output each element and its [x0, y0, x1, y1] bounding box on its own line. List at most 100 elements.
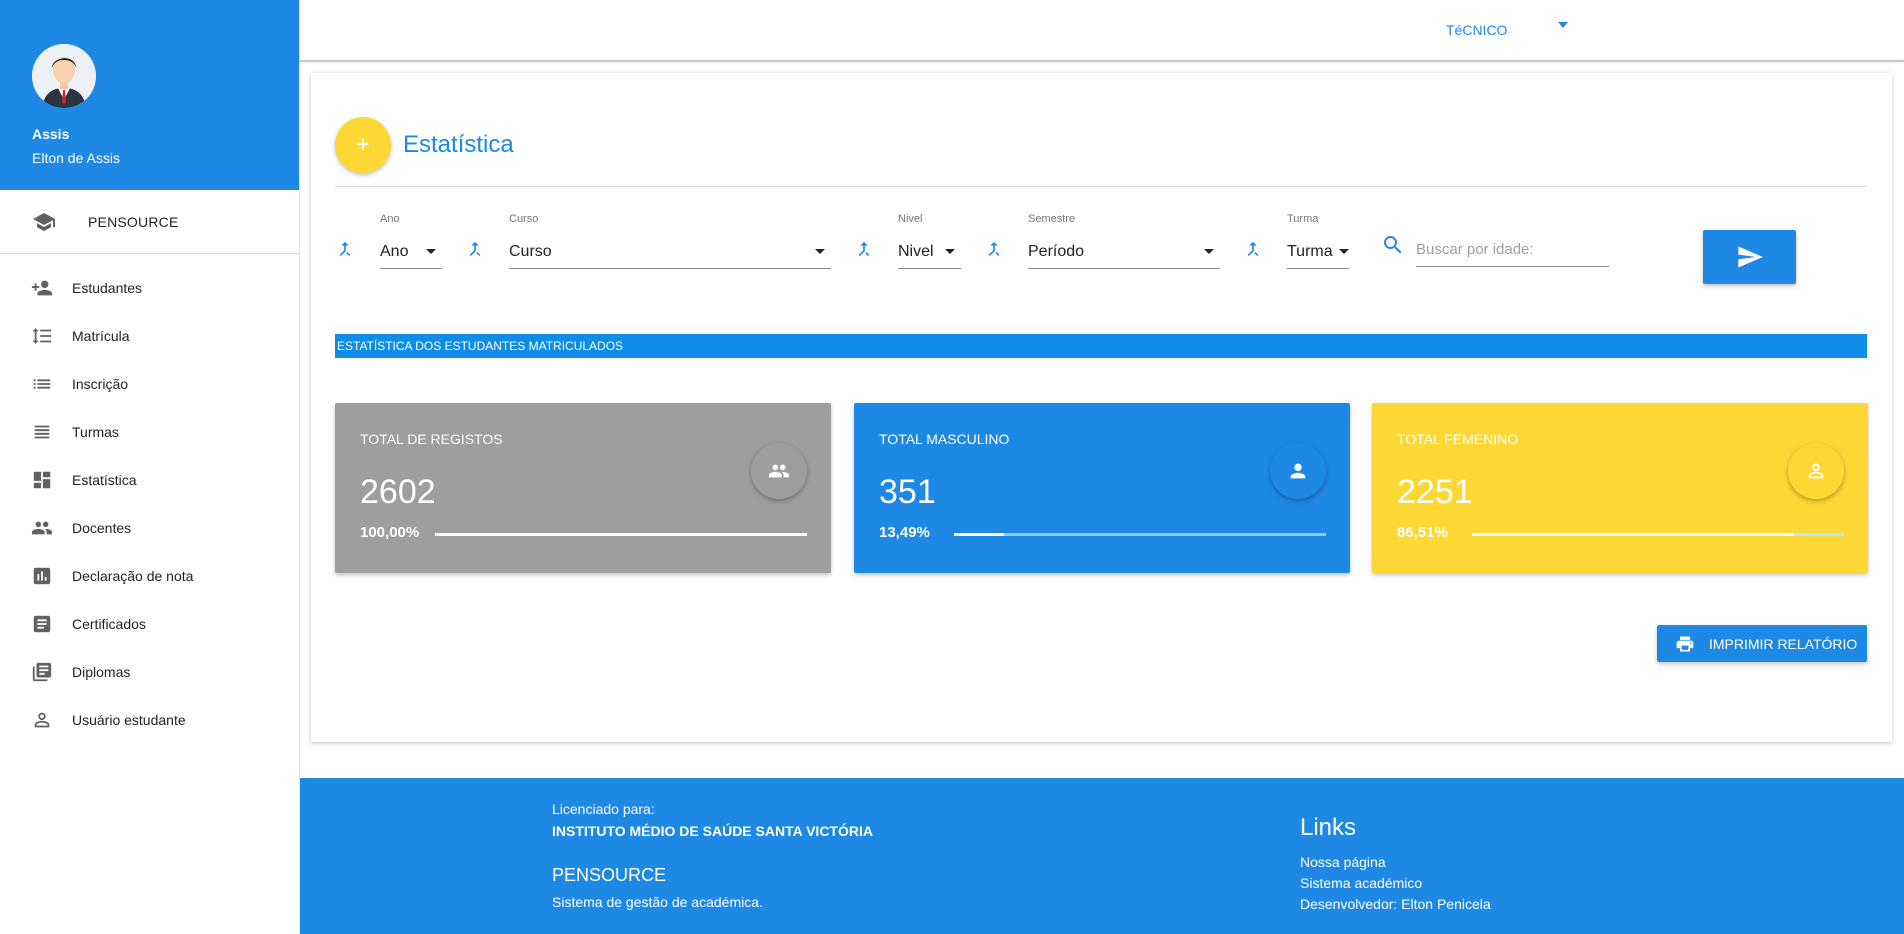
printer-icon	[1676, 636, 1694, 651]
user-header: Assis Elton de Assis	[0, 0, 299, 190]
chevron-down-icon[interactable]	[1558, 22, 1568, 28]
sidebar-item-usuario-estudante[interactable]: Usuário estudante	[0, 696, 299, 744]
merge-icon	[335, 239, 355, 259]
turma-filter[interactable]: Turma Turma	[1287, 213, 1349, 269]
footer-links: Links Nossa página Sistema académico Des…	[1300, 814, 1491, 917]
stat-card-masculino: TOTAL MASCULINO 351 13,49%	[854, 403, 1350, 573]
sidebar-item-estudantes[interactable]: Estudantes	[0, 264, 299, 312]
sidebar-item-turmas[interactable]: Turmas	[0, 408, 299, 456]
nivel-select[interactable]: Nivel	[898, 235, 961, 269]
links-title: Links	[1300, 814, 1357, 841]
stat-progress-fill	[954, 533, 1005, 536]
submit-button[interactable]	[1703, 230, 1796, 284]
ano-filter[interactable]: Ano Ano	[380, 213, 442, 269]
statistics-card: + Estatística Ano Ano Curso Curso Nivel …	[311, 73, 1892, 742]
stat-progress-fill	[1472, 533, 1794, 536]
sidebar-item-estatistica[interactable]: Estatística	[0, 456, 299, 504]
dropdown-arrow-icon	[815, 249, 825, 254]
stat-percent: 100,00%	[360, 524, 420, 541]
sidebar-item-label: Usuário estudante	[72, 712, 186, 728]
dashboard-icon	[30, 468, 54, 492]
stat-card-total: TOTAL DE REGISTOS 2602 100,00%	[335, 403, 831, 573]
stat-icon-circle	[1788, 443, 1844, 499]
plus-icon: +	[355, 131, 370, 158]
sidebar-item-label: Inscrição	[72, 376, 129, 392]
sidebar-item-label: Estudantes	[72, 280, 143, 296]
curso-value: Curso	[509, 242, 552, 260]
footer-link-desenvolvedor[interactable]: Desenvolvedor: Elton Penicela	[1300, 896, 1491, 912]
footer-info: Licenciado para: INSTITUTO MÉDIO DE SAÚD…	[552, 801, 873, 910]
ano-label: Ano	[380, 213, 400, 225]
stat-card-femenino: TOTAL FEMENINO 2251 86,51%	[1372, 403, 1868, 573]
sidebar-item-label: Declaração de nota	[72, 568, 194, 584]
page-header: + Estatística	[335, 117, 514, 173]
top-bar: TéCNICO	[300, 0, 1904, 62]
sidebar-item-label: Estatística	[72, 472, 137, 488]
person-icon	[1290, 463, 1306, 479]
sidebar-item-label: Matrícula	[72, 328, 130, 344]
semestre-select[interactable]: Período	[1028, 235, 1220, 269]
page-title: Estatística	[403, 131, 514, 158]
view-headline-icon	[30, 420, 54, 444]
search-icon	[1381, 233, 1405, 257]
footer: Licenciado para: INSTITUTO MÉDIO DE SAÚD…	[300, 778, 1904, 934]
nivel-label: Nivel	[898, 213, 923, 225]
sidebar-item-label: Docentes	[72, 520, 132, 536]
semestre-value: Período	[1028, 242, 1085, 260]
age-search-input[interactable]	[1416, 233, 1609, 267]
licensed-label: Licenciado para:	[552, 801, 655, 817]
people-icon	[30, 516, 54, 540]
add-button[interactable]: +	[335, 117, 391, 173]
user-full-name: Elton de Assis	[32, 150, 120, 166]
brand-label: PENSOURCE	[88, 213, 179, 230]
institution-name: INSTITUTO MÉDIO DE SAÚDE SANTA VICTÓRIA	[552, 823, 873, 839]
person-add-icon	[30, 276, 54, 300]
sidebar-item-docentes[interactable]: Docentes	[0, 504, 299, 552]
sidebar-item-inscricao[interactable]: Inscrição	[0, 360, 299, 408]
footer-link-sistema-academico[interactable]: Sistema académico	[1300, 875, 1491, 891]
stat-value: 2251	[1397, 473, 1473, 511]
curso-label: Curso	[509, 213, 539, 225]
role-dropdown-label[interactable]: TéCNICO	[1446, 22, 1507, 38]
sidebar-item-label: Certificados	[72, 616, 146, 632]
ano-select[interactable]: Ano	[380, 235, 442, 269]
sidebar-nav: Estudantes Matrícula Inscrição Turmas Es…	[0, 254, 299, 744]
turma-select[interactable]: Turma	[1287, 235, 1349, 269]
group-icon	[768, 464, 790, 478]
nivel-value: Nivel	[898, 242, 934, 260]
sidebar-item-declaracao[interactable]: Declaração de nota	[0, 552, 299, 600]
user-short-name: Assis	[32, 126, 70, 142]
dropdown-arrow-icon	[945, 249, 955, 254]
stat-value: 351	[879, 473, 936, 511]
stat-label: TOTAL FEMENINO	[1397, 431, 1519, 447]
dropdown-arrow-icon	[1339, 249, 1349, 254]
stat-progress-bar	[1472, 533, 1844, 536]
sidebar-item-diplomas[interactable]: Diplomas	[0, 648, 299, 696]
footer-link-nossa-pagina[interactable]: Nossa página	[1300, 854, 1491, 870]
ano-value: Ano	[380, 242, 409, 260]
format-line-spacing-icon	[30, 324, 54, 348]
person-outline-icon	[1808, 463, 1824, 479]
semestre-filter[interactable]: Semestre Período	[1028, 213, 1220, 269]
list-icon	[30, 372, 54, 396]
avatar[interactable]	[32, 44, 96, 108]
stat-icon-circle	[1270, 443, 1326, 499]
list-alt-icon	[30, 612, 54, 636]
stat-value: 2602	[360, 473, 436, 511]
sidebar-item-certificados[interactable]: Certificados	[0, 600, 299, 648]
merge-icon	[1243, 239, 1263, 259]
stat-label: TOTAL DE REGISTOS	[360, 431, 503, 447]
stat-progress-bar	[954, 533, 1326, 536]
stat-percent: 13,49%	[879, 524, 930, 541]
person-outline-icon	[30, 708, 54, 732]
print-report-button[interactable]: IMPRIMIR RELATÓRIO	[1657, 625, 1867, 662]
sidebar-item-label: Diplomas	[72, 664, 131, 680]
curso-select[interactable]: Curso	[509, 235, 831, 269]
sidebar-item-matricula[interactable]: Matrícula	[0, 312, 299, 360]
stat-progress-fill	[435, 533, 807, 536]
curso-filter[interactable]: Curso Curso	[509, 213, 831, 269]
brand[interactable]: PENSOURCE	[0, 190, 299, 254]
merge-icon	[984, 239, 1004, 259]
nivel-filter[interactable]: Nivel Nivel	[898, 213, 961, 269]
stat-progress-bar	[435, 533, 807, 536]
